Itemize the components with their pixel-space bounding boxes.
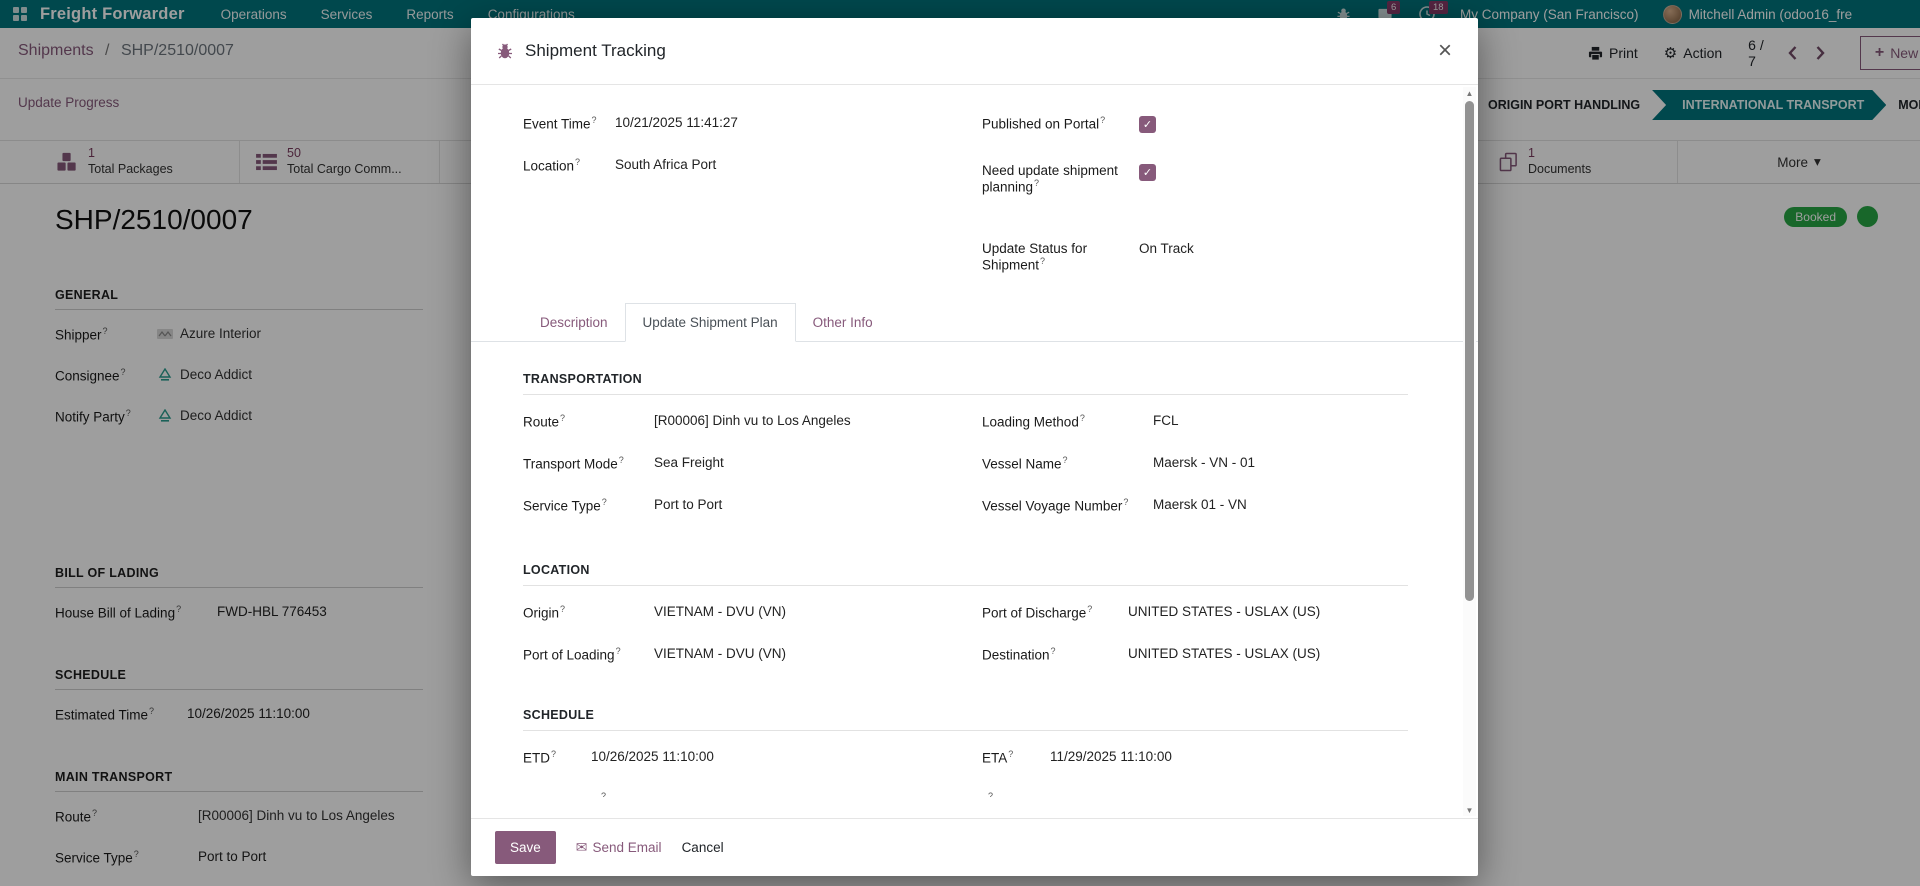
origin-value[interactable]: VIETNAM - DVU (VN) (654, 604, 786, 619)
need-update-checkbox[interactable]: ✓ (1139, 164, 1156, 181)
published-on-portal-label: Published on Portal? (982, 115, 1139, 132)
location-label: Location? (523, 157, 615, 174)
location-value[interactable]: South Africa Port (615, 157, 716, 172)
shipment-tracking-dialog: Shipment Tracking × Event Time? 10/21/20… (471, 18, 1478, 876)
field-port-of-loading: Port of Loading? VIETNAM - DVU (VN) (523, 646, 982, 668)
scroll-down-icon[interactable]: ▼ (1463, 804, 1476, 816)
transportation-section-title: TRANSPORTATION (523, 372, 1408, 395)
tab-other-info[interactable]: Other Info (796, 304, 890, 341)
schedule-section-title: SCHEDULE (523, 708, 1408, 731)
tracking-top-fields: Event Time? 10/21/2025 11:41:27 Location… (523, 115, 1408, 297)
vessel-voyage-label: Vessel Voyage Number? (982, 497, 1153, 514)
check-icon: ✓ (1143, 118, 1152, 131)
field-update-status: Update Status for Shipment? On Track (982, 241, 1408, 273)
envelope-icon: ✉ (576, 839, 588, 856)
field-destination: Destination? UNITED STATES - USLAX (US) (982, 646, 1408, 668)
scrollbar-thumb[interactable] (1465, 101, 1474, 601)
bug-icon (497, 43, 513, 60)
close-icon[interactable]: × (1438, 39, 1452, 63)
field-origin: Origin? VIETNAM - DVU (VN) (523, 604, 982, 626)
need-update-label: Need update shipment planning? (982, 163, 1139, 195)
dialog-title: Shipment Tracking (525, 41, 666, 61)
published-checkbox[interactable]: ✓ (1139, 116, 1156, 133)
transport-mode-label: Transport Mode? (523, 455, 654, 472)
origin-label: Origin? (523, 604, 654, 621)
vessel-voyage-value[interactable]: Maersk 01 - VN (1153, 497, 1247, 512)
dialog-header: Shipment Tracking × (471, 18, 1478, 85)
dialog-body: Event Time? 10/21/2025 11:41:27 Location… (471, 85, 1478, 818)
cancel-button[interactable]: Cancel (682, 840, 724, 855)
event-time-label: Event Time? (523, 115, 615, 132)
check-icon: ✓ (1143, 166, 1152, 179)
location-section-title: LOCATION (523, 563, 1408, 586)
vessel-name-value[interactable]: Maersk - VN - 01 (1153, 455, 1255, 470)
service-type-label: Service Type? (523, 497, 654, 514)
field-published-on-portal: Published on Portal? ✓ (982, 115, 1408, 137)
tab-update-shipment-plan[interactable]: Update Shipment Plan (625, 303, 796, 342)
field-etd: ETD? 10/26/2025 11:10:00 (523, 749, 982, 771)
field-event-time: Event Time? 10/21/2025 11:41:27 (523, 115, 982, 137)
transport-mode-value[interactable]: Sea Freight (654, 455, 724, 470)
update-status-label: Update Status for Shipment? (982, 241, 1139, 273)
modal-scrollbar[interactable]: ▲ ▼ (1463, 87, 1476, 816)
field-eta: ETA? 11/29/2025 11:10:00 (982, 749, 1408, 771)
etd-value[interactable]: 10/26/2025 11:10:00 (591, 749, 714, 764)
app-screen: Freight Forwarder Operations Services Re… (0, 0, 1920, 886)
field-vessel-name: Vessel Name? Maersk - VN - 01 (982, 455, 1408, 477)
dialog-footer: Save ✉ Send Email Cancel (471, 818, 1478, 876)
field-route: Route? [R00006] Dinh vu to Los Angeles (523, 413, 982, 435)
field-service-type: Service Type? Port to Port (523, 497, 982, 519)
event-time-value[interactable]: 10/21/2025 11:41:27 (615, 115, 738, 130)
loading-method-value[interactable]: FCL (1153, 413, 1179, 428)
vessel-name-label: Vessel Name? (982, 455, 1153, 472)
port-of-discharge-label: Port of Discharge? (982, 604, 1128, 621)
field-transport-mode: Transport Mode? Sea Freight (523, 455, 982, 477)
eta-value[interactable]: 11/29/2025 11:10:00 (1050, 749, 1172, 764)
port-of-loading-value[interactable]: VIETNAM - DVU (VN) (654, 646, 786, 661)
field-need-update: Need update shipment planning? ✓ (982, 163, 1408, 195)
port-of-discharge-value[interactable]: UNITED STATES - USLAX (US) (1128, 604, 1320, 619)
field-location: Location? South Africa Port (523, 157, 982, 179)
destination-label: Destination? (982, 646, 1128, 663)
save-button[interactable]: Save (495, 831, 556, 864)
tab-description[interactable]: Description (523, 304, 625, 341)
send-email-button[interactable]: ✉ Send Email (576, 839, 662, 856)
destination-value[interactable]: UNITED STATES - USLAX (US) (1128, 646, 1320, 661)
send-email-label: Send Email (593, 840, 662, 855)
eta-label: ETA? (982, 749, 1050, 766)
port-of-loading-label: Port of Loading? (523, 646, 654, 663)
route-value[interactable]: [R00006] Dinh vu to Los Angeles (654, 413, 851, 428)
field-vessel-voyage: Vessel Voyage Number? Maersk 01 - VN (982, 497, 1408, 519)
route-label: Route? (523, 413, 654, 430)
loading-method-label: Loading Method? (982, 413, 1153, 430)
update-status-value[interactable]: On Track (1139, 241, 1194, 256)
field-loading-method: Loading Method? FCL (982, 413, 1408, 435)
service-type-value[interactable]: Port to Port (654, 497, 722, 512)
notebook-tabs: Description Update Shipment Plan Other I… (471, 297, 1478, 342)
field-port-of-discharge: Port of Discharge? UNITED STATES - USLAX… (982, 604, 1408, 626)
scroll-up-icon[interactable]: ▲ (1463, 87, 1476, 99)
clipped-next-row: ? ? (523, 791, 1408, 797)
etd-label: ETD? (523, 749, 591, 766)
